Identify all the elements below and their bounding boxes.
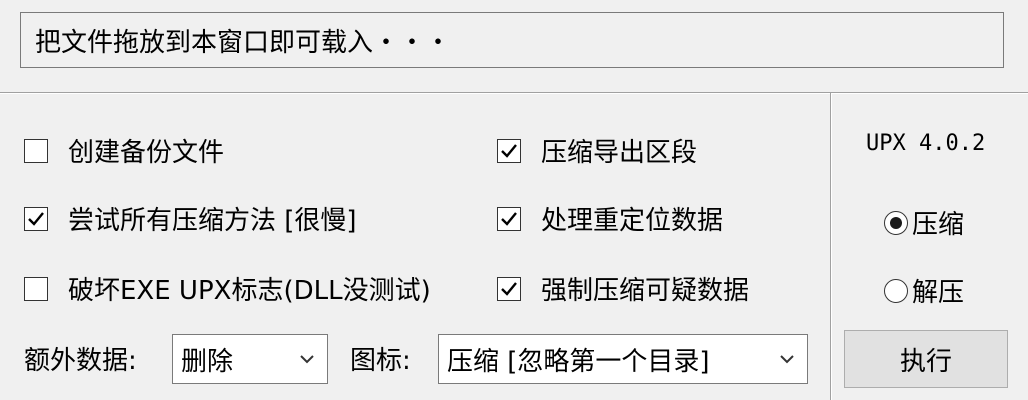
check-icon <box>501 281 517 296</box>
execute-button-label: 执行 <box>899 346 952 377</box>
compress-radio[interactable] <box>884 210 908 235</box>
backup-label: 创建备份文件 <box>68 138 225 168</box>
compress-radio-option[interactable]: 压缩 <box>884 204 964 241</box>
check-icon <box>501 143 517 158</box>
break-exe-label: 破坏EXE UPX标志(DLL没测试) <box>68 276 431 306</box>
icon-label: 图标: <box>350 346 411 376</box>
extra-data-value: 删除 <box>181 346 234 377</box>
extra-data-select[interactable]: 删除 <box>172 334 328 384</box>
chevron-down-icon <box>300 355 314 364</box>
handle-reloc-option[interactable]: 处理重定位数据 <box>497 200 723 237</box>
handle-reloc-label: 处理重定位数据 <box>541 206 724 236</box>
execute-button[interactable]: 执行 <box>844 330 1008 388</box>
force-compress-checkbox[interactable] <box>497 276 521 301</box>
icon-select[interactable]: 压缩 [忽略第一个目录] <box>438 334 808 384</box>
decompress-radio-label: 解压 <box>912 278 965 308</box>
backup-checkbox[interactable] <box>24 138 48 163</box>
try-all-methods-option[interactable]: 尝试所有压缩方法 [很慢] <box>24 200 357 237</box>
chevron-down-icon <box>780 355 794 364</box>
version-label: UPX 4.0.2 <box>866 131 986 156</box>
icon-value: 压缩 [忽略第一个目录] <box>447 346 710 377</box>
force-compress-label: 强制压缩可疑数据 <box>541 276 750 306</box>
drop-zone[interactable]: 把文件拖放到本窗口即可载入・・・ <box>20 12 1004 68</box>
compress-radio-label: 压缩 <box>912 210 965 240</box>
break-exe-option[interactable]: 破坏EXE UPX标志(DLL没测试) <box>24 270 431 307</box>
backup-option[interactable]: 创建备份文件 <box>24 132 224 169</box>
check-icon <box>501 211 517 226</box>
compress-export-option[interactable]: 压缩导出区段 <box>497 132 697 169</box>
compress-export-checkbox[interactable] <box>497 138 521 163</box>
check-icon <box>28 211 44 226</box>
decompress-radio-option[interactable]: 解压 <box>884 272 964 309</box>
drop-zone-text: 把文件拖放到本窗口即可载入・・・ <box>35 27 452 58</box>
try-all-methods-label: 尝试所有压缩方法 [很慢] <box>68 206 357 236</box>
extra-data-label: 额外数据: <box>24 346 137 376</box>
break-exe-checkbox[interactable] <box>24 276 48 301</box>
handle-reloc-checkbox[interactable] <box>497 206 521 231</box>
compress-export-label: 压缩导出区段 <box>541 138 698 168</box>
horizontal-divider <box>0 92 1028 94</box>
force-compress-option[interactable]: 强制压缩可疑数据 <box>497 270 749 307</box>
decompress-radio[interactable] <box>884 278 908 303</box>
vertical-divider <box>830 93 832 400</box>
try-all-methods-checkbox[interactable] <box>24 206 48 231</box>
